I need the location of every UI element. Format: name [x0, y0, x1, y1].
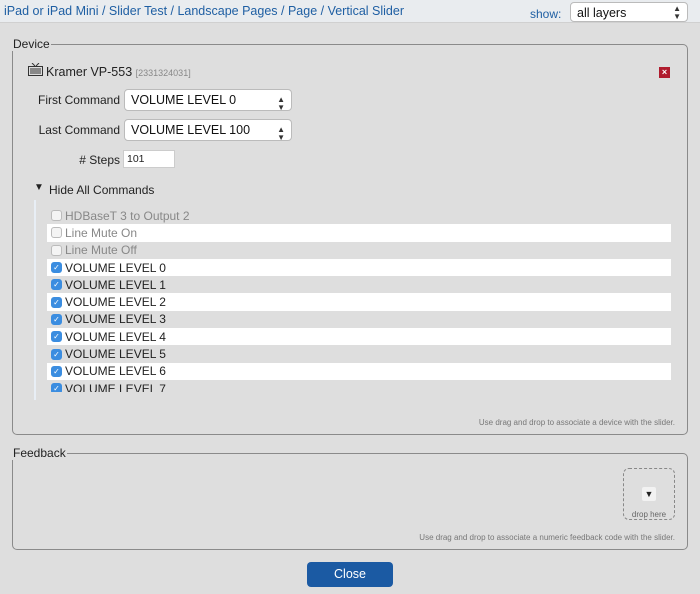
- layer-select-value: all layers: [577, 6, 627, 20]
- command-checkbox[interactable]: ✓: [51, 296, 62, 308]
- device-id: [2331324031]: [135, 68, 191, 78]
- command-checkbox[interactable]: [51, 210, 62, 222]
- command-label: Line Mute On: [65, 225, 138, 240]
- command-checkbox[interactable]: ✓: [51, 383, 62, 392]
- command-row[interactable]: ✓ VOLUME LEVEL 6: [47, 362, 671, 380]
- last-command-label: Last Command: [38, 123, 120, 137]
- command-row[interactable]: Line Mute On: [47, 224, 671, 242]
- command-label: HDBaseT 3 to Output 2: [65, 208, 190, 223]
- last-command-select[interactable]: VOLUME LEVEL 100 ▲ ▼: [124, 119, 292, 142]
- collapse-triangle-icon[interactable]: ▼: [34, 182, 44, 193]
- command-label: VOLUME LEVEL 5: [65, 347, 166, 362]
- command-row[interactable]: ✓ VOLUME LEVEL 3: [47, 311, 671, 328]
- select-arrows-icon: ▲ ▼: [277, 125, 285, 142]
- command-label: VOLUME LEVEL 7: [65, 381, 166, 392]
- command-label: VOLUME LEVEL 1: [65, 277, 166, 292]
- steps-label: # Steps: [79, 153, 120, 167]
- first-command-label: First Command: [37, 93, 120, 107]
- feedback-drop-zone[interactable]: ▼ drop here: [623, 468, 675, 520]
- steps-input[interactable]: 101: [123, 150, 175, 168]
- command-row[interactable]: ✓ VOLUME LEVEL 7: [47, 380, 671, 392]
- select-arrows-icon: ▲ ▼: [277, 95, 285, 112]
- device-name: Kramer VP-553: [46, 65, 133, 79]
- drop-here-label: drop here: [631, 510, 667, 519]
- command-label: VOLUME LEVEL 4: [65, 329, 166, 344]
- first-command-value: VOLUME LEVEL 0: [131, 93, 237, 107]
- command-label: Line Mute Off: [65, 243, 137, 258]
- breadcrumb[interactable]: iPad or iPad Mini / Slider Test / Landsc…: [4, 4, 404, 18]
- command-label: VOLUME LEVEL 0: [65, 260, 166, 275]
- select-arrows-icon: ▲ ▼: [673, 4, 681, 21]
- command-checkbox[interactable]: ✓: [51, 331, 62, 343]
- command-checkbox[interactable]: ✓: [51, 365, 62, 377]
- first-command-select[interactable]: VOLUME LEVEL 0 ▲ ▼: [124, 89, 292, 112]
- feedback-legend: Feedback: [13, 446, 66, 460]
- layer-select[interactable]: all layers ▲ ▼: [570, 2, 688, 22]
- command-row[interactable]: HDBaseT 3 to Output 2: [47, 207, 671, 224]
- command-label: VOLUME LEVEL 3: [65, 312, 166, 327]
- command-row[interactable]: ✓ VOLUME LEVEL 2: [47, 293, 671, 311]
- command-row[interactable]: ✓ VOLUME LEVEL 5: [47, 345, 671, 362]
- command-label: VOLUME LEVEL 2: [65, 295, 166, 310]
- command-label: VOLUME LEVEL 6: [65, 364, 166, 379]
- dropdown-triangle-icon: ▼: [642, 487, 656, 501]
- command-list[interactable]: HDBaseT 3 to Output 2 Line Mute On Line Mu…: [47, 207, 671, 392]
- tv-icon: [28, 62, 43, 76]
- device-legend: Device: [13, 37, 50, 51]
- command-checkbox[interactable]: ✓: [51, 313, 62, 325]
- command-checkbox[interactable]: ✓: [51, 348, 62, 360]
- command-checkbox[interactable]: ✓: [51, 262, 62, 274]
- list-guide-line: [34, 200, 36, 400]
- command-row[interactable]: ✓ VOLUME LEVEL 4: [47, 328, 671, 346]
- command-row[interactable]: ✓ VOLUME LEVEL 0: [47, 258, 671, 277]
- command-checkbox[interactable]: [51, 227, 62, 239]
- command-checkbox[interactable]: ✓: [51, 279, 62, 291]
- command-row[interactable]: Line Mute Off: [47, 242, 671, 259]
- feedback-hint: Use drag and drop to associate a numeric…: [419, 533, 675, 542]
- command-row[interactable]: ✓ VOLUME LEVEL 1: [47, 276, 671, 293]
- close-button[interactable]: Close: [307, 562, 393, 587]
- show-label: show:: [530, 7, 562, 21]
- command-checkbox[interactable]: [51, 244, 62, 256]
- remove-device-icon[interactable]: ×: [659, 67, 670, 78]
- hide-all-commands-toggle[interactable]: Hide All Commands: [49, 183, 154, 197]
- last-command-value: VOLUME LEVEL 100: [131, 123, 251, 137]
- device-hint: Use drag and drop to associate a device …: [478, 418, 675, 427]
